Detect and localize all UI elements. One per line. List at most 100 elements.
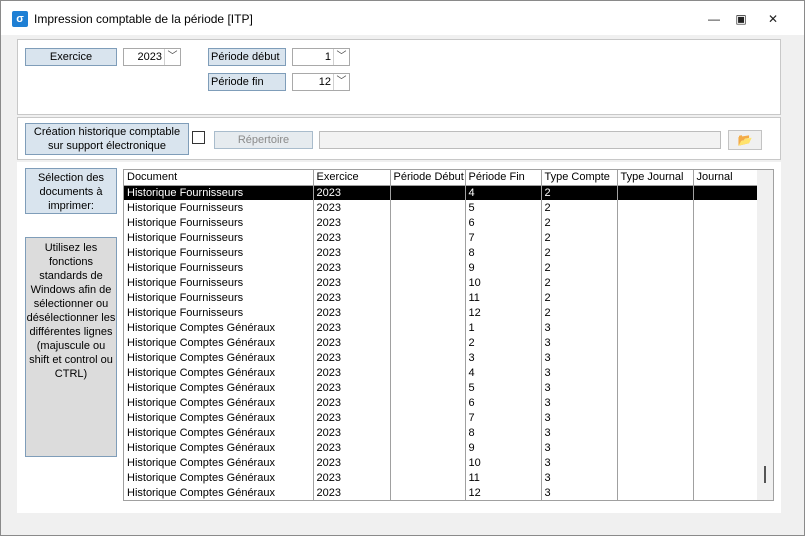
cell-debut [390, 470, 466, 485]
maximize-button[interactable]: ▣ [724, 7, 758, 31]
cell-exercice: 2023 [313, 455, 391, 470]
table-row[interactable]: Historique Fournisseurs 2023 7 2 [124, 230, 759, 245]
grid-header: Document Exercice Période Début Période … [124, 170, 759, 186]
periode-fin-combo[interactable]: 12 ﹀ [292, 73, 350, 91]
cell-fin: 6 [465, 395, 542, 410]
cell-exercice: 2023 [313, 215, 391, 230]
table-row[interactable]: Historique Comptes Généraux 2023 9 3 [124, 440, 759, 455]
cell-debut [390, 455, 466, 470]
cell-exercice: 2023 [313, 350, 391, 365]
chevron-down-icon[interactable]: ﹀ [333, 49, 349, 65]
cell-type-compte: 2 [541, 230, 618, 245]
app-icon: σ [12, 11, 28, 27]
cell-type-journal [617, 425, 694, 440]
cell-type-journal [617, 455, 694, 470]
cell-exercice: 2023 [313, 410, 391, 425]
cell-debut [390, 245, 466, 260]
table-row[interactable]: Historique Comptes Généraux 2023 2 3 [124, 335, 759, 350]
column-header-document[interactable]: Document [124, 170, 314, 186]
cell-type-compte: 2 [541, 185, 618, 200]
column-header-type-journal[interactable]: Type Journal [617, 170, 694, 186]
cell-journal [693, 470, 759, 485]
cell-type-journal [617, 485, 694, 500]
cell-journal [693, 395, 759, 410]
exercice-combo[interactable]: 2023 ﹀ [123, 48, 181, 66]
archive-panel: Création historique comptable sur suppor… [17, 117, 781, 160]
cell-debut [390, 185, 466, 200]
cell-type-compte: 3 [541, 425, 618, 440]
table-row[interactable]: Historique Comptes Généraux 2023 8 3 [124, 425, 759, 440]
cell-document: Historique Fournisseurs [124, 245, 314, 260]
cell-debut [390, 365, 466, 380]
cell-type-journal [617, 395, 694, 410]
column-header-periode-fin[interactable]: Période Fin [465, 170, 542, 186]
column-header-periode-debut[interactable]: Période Début [390, 170, 466, 186]
table-row[interactable]: Historique Comptes Généraux 2023 10 3 [124, 455, 759, 470]
cell-journal [693, 200, 759, 215]
table-row[interactable]: Historique Fournisseurs 2023 9 2 [124, 260, 759, 275]
column-header-journal[interactable]: Journal [693, 170, 759, 186]
cell-document: Historique Fournisseurs [124, 275, 314, 290]
table-row[interactable]: Historique Comptes Généraux 2023 5 3 [124, 380, 759, 395]
cell-journal [693, 320, 759, 335]
table-row[interactable]: Historique Fournisseurs 2023 10 2 [124, 275, 759, 290]
cell-type-compte: 3 [541, 485, 618, 500]
cell-debut [390, 425, 466, 440]
creation-historique-checkbox[interactable] [192, 131, 205, 144]
cell-debut [390, 320, 466, 335]
table-row[interactable]: Historique Comptes Généraux 2023 7 3 [124, 410, 759, 425]
table-row[interactable]: Historique Comptes Généraux 2023 4 3 [124, 365, 759, 380]
cell-fin: 2 [465, 335, 542, 350]
cell-exercice: 2023 [313, 425, 391, 440]
table-row[interactable]: Historique Fournisseurs 2023 12 2 [124, 305, 759, 320]
cell-journal [693, 185, 759, 200]
repertoire-path-field[interactable] [319, 131, 721, 149]
chevron-down-icon[interactable]: ﹀ [333, 74, 349, 90]
cell-document: Historique Fournisseurs [124, 230, 314, 245]
column-header-type-compte[interactable]: Type Compte [541, 170, 618, 186]
cell-type-journal [617, 230, 694, 245]
cell-fin: 5 [465, 200, 542, 215]
table-row[interactable]: Historique Fournisseurs 2023 8 2 [124, 245, 759, 260]
title-bar[interactable]: σ Impression comptable de la période [IT… [1, 1, 804, 35]
table-row[interactable]: Historique Comptes Généraux 2023 11 3 [124, 470, 759, 485]
cell-type-journal [617, 245, 694, 260]
cell-debut [390, 485, 466, 500]
repertoire-button[interactable]: Répertoire [214, 131, 313, 149]
cell-debut [390, 410, 466, 425]
cell-type-compte: 3 [541, 395, 618, 410]
chevron-down-icon[interactable]: ﹀ [164, 49, 180, 65]
periode-debut-label: Période début [208, 48, 286, 66]
close-button[interactable]: ✕ [756, 7, 790, 31]
cell-fin: 7 [465, 410, 542, 425]
cell-fin: 11 [465, 470, 542, 485]
cell-journal [693, 485, 759, 500]
table-row[interactable]: Historique Fournisseurs 2023 11 2 [124, 290, 759, 305]
scroll-thumb[interactable] [764, 466, 766, 483]
column-header-exercice[interactable]: Exercice [313, 170, 391, 186]
cell-type-compte: 3 [541, 410, 618, 425]
cell-journal [693, 215, 759, 230]
cell-exercice: 2023 [313, 470, 391, 485]
cell-fin: 5 [465, 380, 542, 395]
table-row[interactable]: Historique Fournisseurs 2023 4 2 [124, 185, 759, 200]
cell-journal [693, 230, 759, 245]
table-row[interactable]: Historique Comptes Généraux 2023 6 3 [124, 395, 759, 410]
table-row[interactable]: Historique Comptes Généraux 2023 1 3 [124, 320, 759, 335]
table-row[interactable]: Historique Fournisseurs 2023 5 2 [124, 200, 759, 215]
table-row[interactable]: Historique Fournisseurs 2023 6 2 [124, 215, 759, 230]
table-row[interactable]: Historique Comptes Généraux 2023 12 3 [124, 485, 759, 500]
documents-grid[interactable]: Document Exercice Période Début Période … [123, 169, 774, 501]
table-row[interactable]: Historique Comptes Généraux 2023 3 3 [124, 350, 759, 365]
folder-open-icon[interactable]: 📂 [728, 130, 762, 150]
cell-type-compte: 3 [541, 350, 618, 365]
main-window: σ Impression comptable de la période [IT… [0, 0, 805, 536]
cell-type-compte: 2 [541, 215, 618, 230]
periode-debut-combo[interactable]: 1 ﹀ [292, 48, 350, 66]
cell-exercice: 2023 [313, 275, 391, 290]
cell-type-journal [617, 185, 694, 200]
periode-fin-label: Période fin [208, 73, 286, 91]
cell-exercice: 2023 [313, 335, 391, 350]
grid-scrollbar[interactable] [757, 170, 773, 500]
cell-journal [693, 365, 759, 380]
